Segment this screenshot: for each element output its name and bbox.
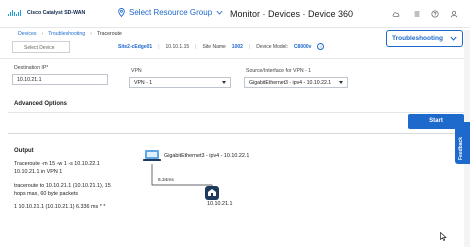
source-interface-select[interactable]: GigabitEthernet3 - ipv4 - 10.10.22.1: [244, 77, 348, 88]
destination-ip-input[interactable]: 10.10.21.1: [12, 74, 108, 85]
vpn-select[interactable]: VPN - 1: [129, 77, 231, 88]
cloud-icon[interactable]: [392, 10, 400, 18]
select-device-dropdown[interactable]: Select Device: [12, 41, 70, 53]
resource-group-selector[interactable]: Select Resource Group: [118, 8, 223, 17]
site-name-value: 1002: [231, 43, 243, 50]
location-pin-icon: [118, 8, 125, 17]
caret-down-icon: [339, 81, 343, 84]
destination-node-label: 10.10.21.1: [207, 201, 233, 207]
destination-ip-label: Destination IP*: [14, 65, 49, 71]
hop-latency: 6.34ms: [158, 178, 174, 183]
output-line: 1 10.10.21.1 (10.10.21.1) 6.336 ms * *: [14, 204, 106, 210]
breadcrumb-separator: ›: [90, 31, 92, 37]
source-interface-value: GigabitEthernet3 - ipv4 - 10.10.22.1: [249, 79, 332, 86]
form-divider: [8, 112, 464, 113]
header-divider: [0, 58, 470, 59]
device-ip: 10.10.1.15: [165, 43, 190, 50]
breadcrumb-traceroute: Traceroute: [96, 31, 122, 37]
troubleshooting-label: Troubleshooting: [392, 35, 443, 42]
resource-group-label: Select Resource Group: [129, 8, 213, 17]
destination-node-icon: [205, 186, 219, 200]
help-icon[interactable]: [431, 10, 439, 18]
breadcrumb-troubleshooting[interactable]: Troubleshooting: [48, 31, 85, 37]
feedback-tab[interactable]: Feedback: [455, 122, 470, 164]
app-logo-text: Cisco Catalyst SD-WAN: [27, 10, 86, 16]
separator: |: [195, 43, 197, 50]
output-line: 10.10.21.1 in VPN 1: [14, 169, 63, 175]
feedback-label: Feedback: [458, 136, 464, 160]
user-icon[interactable]: [450, 10, 458, 18]
device-name[interactable]: Site2-cEdge01: [118, 44, 152, 50]
breadcrumb: Devices › Troubleshooting › Traceroute: [18, 31, 122, 37]
separator: |: [248, 43, 251, 50]
cisco-logo-icon: [8, 10, 24, 16]
separator: |: [158, 43, 160, 50]
device-model-value: C8000v: [293, 43, 312, 50]
page-title: Monitor · Devices · Device 360: [230, 9, 354, 19]
breadcrumb-separator: ›: [41, 31, 44, 37]
device-model-label: Device Model:: [256, 43, 288, 50]
chevron-down-icon: [216, 10, 223, 15]
output-line: Traceroute -m 15 -w 1 -s 10.10.22.1: [14, 161, 100, 167]
troubleshooting-button[interactable]: Troubleshooting: [386, 30, 463, 47]
output-line: traceroute to 10.10.21.1 (10.10.21.1), 1…: [14, 183, 111, 189]
advanced-options-toggle[interactable]: Advanced Options: [14, 101, 67, 107]
caret-down-icon: [222, 81, 226, 84]
source-node-label: GigabitEthernet3 - ipv4 - 10.10.22.1: [164, 153, 250, 159]
cursor-icon: [440, 232, 447, 241]
breadcrumb-devices[interactable]: Devices: [18, 31, 36, 37]
chevron-down-icon: [450, 36, 457, 41]
device-info: Site2-cEdge01 | 10.10.1.15 | Site Name 1…: [118, 43, 325, 50]
list-icon[interactable]: [413, 10, 421, 18]
source-interface-label: Source/Interface for VPN - 1: [246, 68, 312, 74]
vpn-select-value: VPN - 1: [134, 79, 153, 86]
vpn-label: VPN: [131, 68, 142, 74]
output-line: hops max, 60 byte packets: [14, 191, 79, 197]
output-title: Output: [14, 148, 34, 154]
site-name-label: Site Name: [202, 43, 226, 50]
laptop-icon: [143, 150, 161, 161]
app-logo[interactable]: Cisco Catalyst SD-WAN: [8, 10, 85, 16]
info-icon[interactable]: i: [317, 43, 325, 50]
